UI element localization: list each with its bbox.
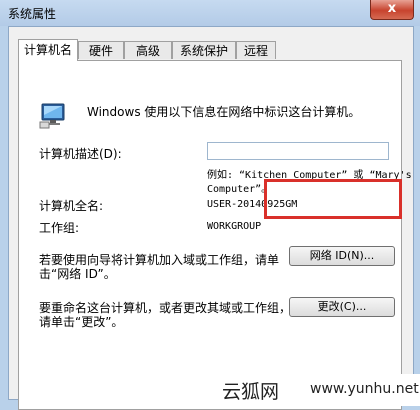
- tab-label: 远程: [243, 44, 268, 58]
- computer-name-panel: Windows 使用以下信息在网络中标识这台计算机。 计算机描述(D): 例如:…: [18, 60, 412, 410]
- watermark-url: www.yunhu.net: [310, 381, 419, 397]
- example-line-2: Computer”。: [207, 184, 272, 195]
- watermark-brand: 云狐网: [222, 381, 280, 403]
- watermark: 云狐网 www.yunhu.net: [216, 374, 420, 406]
- highlight-box: [264, 179, 402, 219]
- tab-hardware[interactable]: 硬件: [78, 41, 124, 59]
- rename-instruction-2: 请单击“更改”。: [39, 315, 124, 329]
- tab-label: 计算机名: [23, 43, 72, 57]
- workgroup-value: WORKGROUP: [207, 221, 262, 232]
- network-id-button[interactable]: 网络 ID(N)...: [289, 246, 395, 266]
- tab-advanced[interactable]: 高级: [124, 41, 172, 59]
- computer-icon: [39, 103, 65, 129]
- title-bar[interactable]: 系统属性 x: [0, 0, 420, 26]
- tab-system-protection[interactable]: 系统保护: [172, 41, 236, 59]
- tab-label: 硬件: [88, 44, 113, 58]
- network-id-instruction-2: 击“网络 ID”。: [39, 267, 116, 281]
- description-input[interactable]: [207, 142, 389, 160]
- description-label: 计算机描述(D):: [39, 147, 122, 161]
- tab-remote[interactable]: 远程: [236, 41, 276, 59]
- full-name-label: 计算机全名:: [39, 199, 104, 213]
- close-icon: x: [387, 1, 397, 16]
- change-button[interactable]: 更改(C)...: [289, 297, 395, 317]
- tab-computer-name[interactable]: 计算机名: [18, 39, 78, 61]
- window-title: 系统属性: [8, 7, 57, 21]
- close-button[interactable]: x: [370, 0, 414, 20]
- tab-label: 高级: [135, 44, 160, 58]
- workgroup-label: 工作组:: [39, 221, 80, 235]
- intro-text: Windows 使用以下信息在网络中标识这台计算机。: [87, 105, 361, 119]
- tab-label: 系统保护: [179, 44, 228, 58]
